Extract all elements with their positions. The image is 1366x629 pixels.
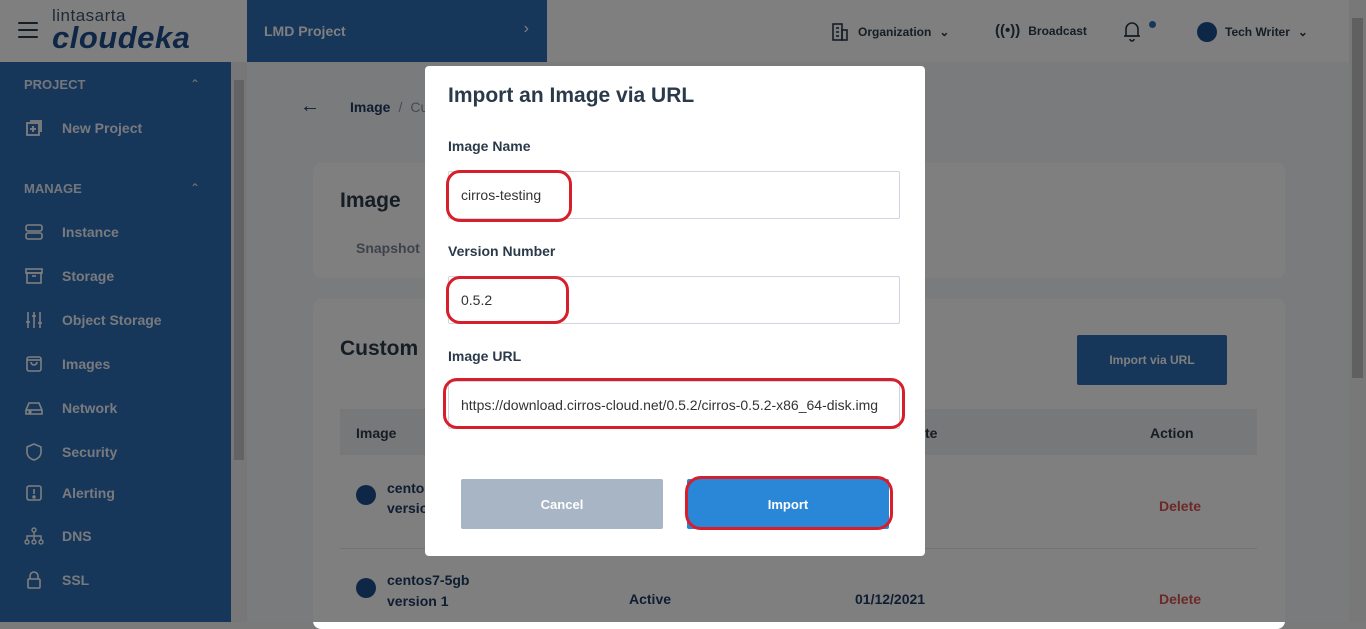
image-name-label: Image Name (448, 138, 531, 154)
version-number-label: Version Number (448, 243, 556, 259)
dialog-title: Import an Image via URL (448, 84, 695, 107)
image-url-field-wrapper (448, 381, 900, 429)
image-url-label: Image URL (448, 348, 522, 364)
image-name-field-wrapper (448, 171, 900, 219)
image-url-input[interactable] (449, 382, 891, 428)
import-button[interactable]: Import (687, 479, 889, 529)
cancel-button[interactable]: Cancel (461, 479, 663, 529)
import-image-dialog: Import an Image via URL Image Name Versi… (425, 66, 925, 556)
version-number-field-wrapper (448, 276, 900, 324)
image-name-input[interactable] (449, 172, 891, 218)
version-number-input[interactable] (449, 277, 891, 323)
